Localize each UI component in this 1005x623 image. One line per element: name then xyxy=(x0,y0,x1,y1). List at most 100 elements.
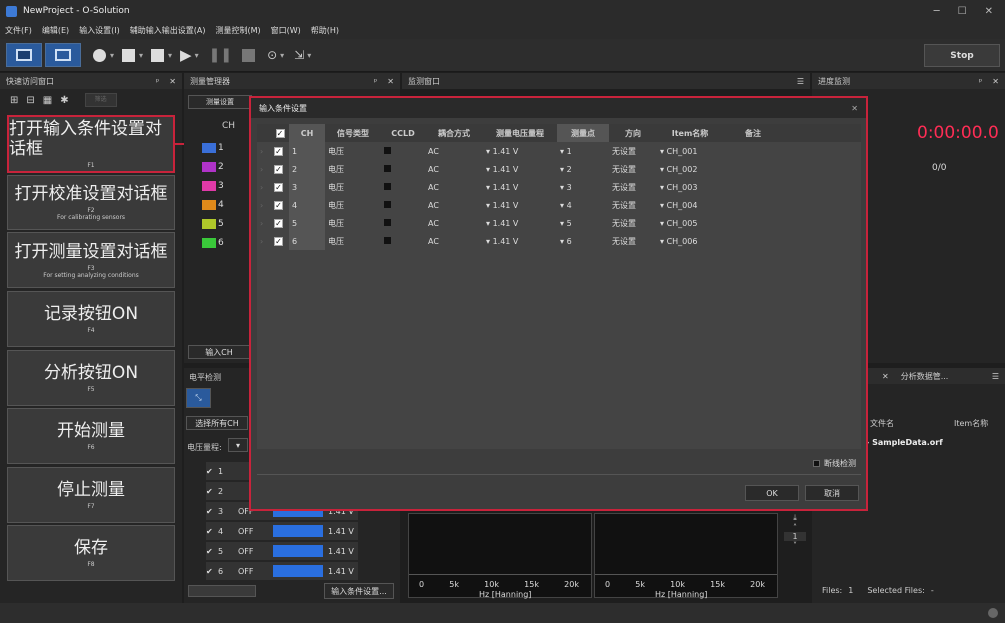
close-button[interactable]: ✕ xyxy=(985,6,993,17)
tiles-icon[interactable]: ▦ xyxy=(43,95,52,106)
menu-aux[interactable]: 辅助输入输出设置(A) xyxy=(130,25,206,36)
cell-range[interactable]: ▾ 1.41 V xyxy=(483,232,557,250)
break-detect-option[interactable]: 断线检测 xyxy=(813,458,856,469)
input-ch-button[interactable]: 输入CH xyxy=(188,345,250,359)
analyze-on-button[interactable]: 分析按钮ON F5 xyxy=(7,350,175,406)
play-icon[interactable]: ▶ xyxy=(180,46,192,64)
cell-remark[interactable] xyxy=(723,142,783,160)
menu-input[interactable]: 输入设置(I) xyxy=(79,25,120,36)
col-remark[interactable]: 备注 xyxy=(723,124,783,142)
cell-direction[interactable]: 无设置 xyxy=(609,214,657,232)
cell-point[interactable]: ▾ 2 xyxy=(557,160,609,178)
cell-item[interactable]: ▾ CH_006 xyxy=(657,232,723,250)
up-icon[interactable]: ˄ xyxy=(784,523,806,532)
pin-icon[interactable]: ᵖ xyxy=(979,77,982,86)
stop-button[interactable]: Stop xyxy=(924,44,1000,67)
cell-coupling[interactable]: AC xyxy=(425,232,483,250)
col-coupling[interactable]: 耦合方式 xyxy=(425,124,483,142)
cell-signal[interactable]: 电压 xyxy=(325,214,381,232)
cell-ccld[interactable] xyxy=(381,178,425,196)
input-settings-button[interactable]: 输入条件设置... xyxy=(324,583,394,599)
cell-range[interactable]: ▾ 1.41 V xyxy=(483,214,557,232)
select-all-ch-button[interactable]: 选择所有CH xyxy=(186,416,248,430)
cell-direction[interactable]: 无设置 xyxy=(609,196,657,214)
cell-item[interactable]: ▾ CH_003 xyxy=(657,178,723,196)
start-measure-button[interactable]: 开始测量 F6 xyxy=(7,408,175,464)
col-range[interactable]: 测量电压量程 xyxy=(483,124,557,142)
trigger-icon[interactable]: ⊙ xyxy=(267,48,277,62)
row-checkbox[interactable]: ✓ xyxy=(271,214,289,232)
edit-icon[interactable]: ⊟ xyxy=(26,95,34,106)
stop-measure-button[interactable]: 停止测量 F7 xyxy=(7,467,175,523)
table-row[interactable]: › ✓ 4 电压 AC ▾ 1.41 V ▾ 4 无设置 ▾ CH_004 xyxy=(257,196,861,214)
cell-signal[interactable]: 电压 xyxy=(325,196,381,214)
col-ch[interactable]: CH xyxy=(289,124,325,142)
analysis-tab[interactable]: 分析数据管... xyxy=(901,372,949,381)
panel-close-icon[interactable]: ✕ xyxy=(882,372,889,381)
cell-direction[interactable]: 无设置 xyxy=(609,142,657,160)
col-filename[interactable]: 文件名 xyxy=(870,418,894,429)
col-point[interactable]: 测量点 xyxy=(557,124,609,142)
analyze-dropdown-icon[interactable]: ▾ xyxy=(139,51,143,60)
cell-point[interactable]: ▾ 5 xyxy=(557,214,609,232)
view-mode-toggle[interactable] xyxy=(188,585,256,597)
record-dropdown-icon[interactable]: ▾ xyxy=(110,51,114,60)
analyze-icon[interactable] xyxy=(122,48,136,62)
col-direction[interactable]: 方向 xyxy=(609,124,657,142)
ch-row[interactable]: 2 xyxy=(202,162,224,172)
minimize-button[interactable]: ─ xyxy=(934,6,940,17)
dialog-close-icon[interactable]: ✕ xyxy=(851,104,858,113)
row-checkbox[interactable]: ✓ xyxy=(271,142,289,160)
menu-edit[interactable]: 编辑(E) xyxy=(42,25,69,36)
cell-signal[interactable]: 电压 xyxy=(325,178,381,196)
row-checkbox[interactable]: ✓ xyxy=(271,160,289,178)
auto-range-button[interactable]: ⤡ xyxy=(186,388,211,408)
measure-settings-tab[interactable]: 测量设置 xyxy=(188,95,252,109)
col-ccld[interactable]: CCLD xyxy=(381,124,425,142)
cell-coupling[interactable]: AC xyxy=(425,196,483,214)
cell-direction[interactable]: 无设置 xyxy=(609,232,657,250)
cell-direction[interactable]: 无设置 xyxy=(609,160,657,178)
open-calibration-button[interactable]: 打开校准设置对话框 F2 For calibrating sensors xyxy=(7,175,175,230)
panel-close-icon[interactable]: ✕ xyxy=(992,77,999,86)
break-detect-checkbox[interactable] xyxy=(813,460,820,467)
cell-coupling[interactable]: AC xyxy=(425,160,483,178)
menu-file[interactable]: 文件(F) xyxy=(5,25,32,36)
cell-point[interactable]: ▾ 6 xyxy=(557,232,609,250)
monitor-button[interactable] xyxy=(45,43,81,67)
menu-icon[interactable]: ☰ xyxy=(992,372,999,381)
table-row[interactable]: › ✓ 2 电压 AC ▾ 1.41 V ▾ 2 无设置 ▾ CH_002 xyxy=(257,160,861,178)
cell-coupling[interactable]: AC xyxy=(425,178,483,196)
level-row[interactable]: ✔ 5 OFF 1.41 V xyxy=(206,542,358,560)
menu-icon[interactable]: ☰ xyxy=(797,77,804,86)
pause-icon[interactable]: ❚❚ xyxy=(209,47,232,63)
table-row[interactable]: › ✓ 5 电压 AC ▾ 1.41 V ▾ 5 无设置 ▾ CH_005 xyxy=(257,214,861,232)
cell-ccld[interactable] xyxy=(381,196,425,214)
export-icon[interactable]: ⇲ xyxy=(294,48,304,62)
menu-help[interactable]: 帮助(H) xyxy=(311,25,339,36)
ch-row[interactable]: 6 xyxy=(202,238,224,248)
col-item-name[interactable]: Item名称 xyxy=(657,124,723,142)
stop-icon[interactable] xyxy=(242,48,256,62)
filter-button[interactable]: 筛选 xyxy=(84,93,117,107)
down-icon[interactable]: ˅ xyxy=(784,541,806,550)
add-icon[interactable]: ⊞ xyxy=(10,95,18,106)
cell-range[interactable]: ▾ 1.41 V xyxy=(483,142,557,160)
panel-close-icon[interactable]: ✕ xyxy=(169,77,176,86)
cell-ccld[interactable] xyxy=(381,214,425,232)
panel-close-icon[interactable]: ✕ xyxy=(387,77,394,86)
cell-coupling[interactable]: AC xyxy=(425,214,483,232)
col-signal-type[interactable]: 信号类型 xyxy=(325,124,381,142)
cell-item[interactable]: ▾ CH_005 xyxy=(657,214,723,232)
open-input-settings-button[interactable]: 打开输入条件设置对话框 F1 xyxy=(7,115,175,173)
cursor-icon[interactable]: ⤓ xyxy=(784,513,806,523)
layout-button[interactable] xyxy=(6,43,42,67)
table-row[interactable]: › ✓ 6 电压 AC ▾ 1.41 V ▾ 6 无设置 ▾ CH_006 xyxy=(257,232,861,250)
export-dropdown-icon[interactable]: ▾ xyxy=(307,51,311,60)
ok-button[interactable]: OK xyxy=(745,485,799,501)
cell-coupling[interactable]: AC xyxy=(425,142,483,160)
cell-item[interactable]: ▾ CH_001 xyxy=(657,142,723,160)
cell-remark[interactable] xyxy=(723,160,783,178)
record-icon[interactable] xyxy=(93,48,106,62)
cell-range[interactable]: ▾ 1.41 V xyxy=(483,160,557,178)
